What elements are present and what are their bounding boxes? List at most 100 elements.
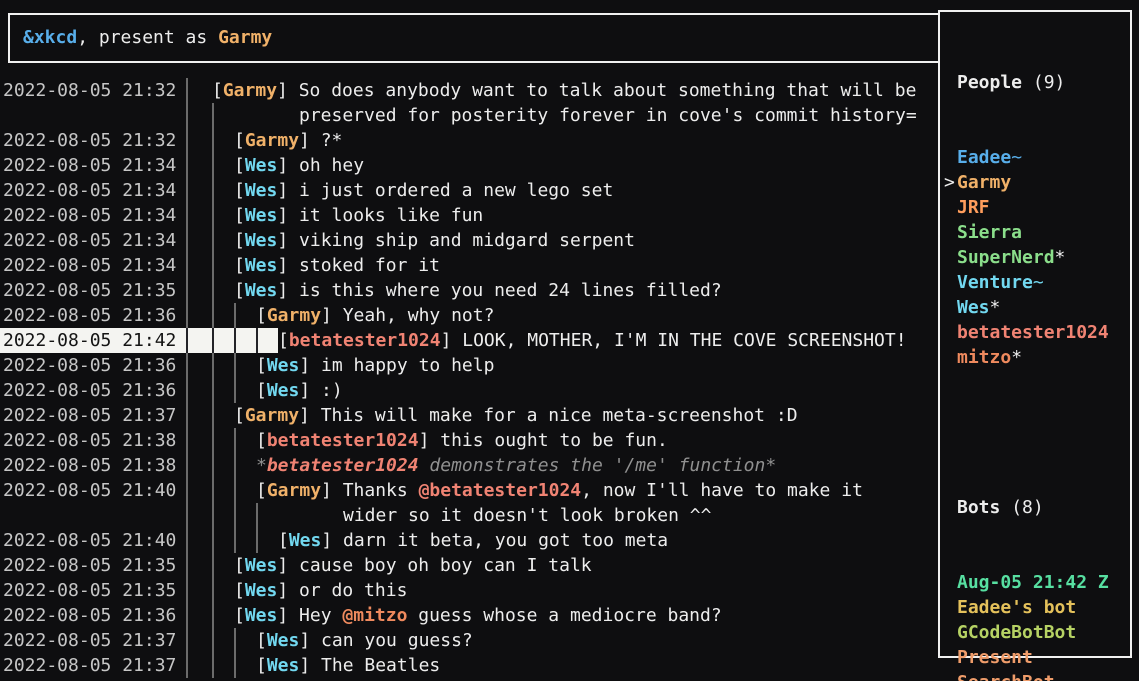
thread-indent-line bbox=[234, 378, 256, 403]
column-divider-line bbox=[186, 78, 212, 103]
msg-text: [ bbox=[278, 330, 289, 351]
timestamp: 2022-08-05 21:36 bbox=[0, 303, 186, 328]
people-item[interactable]: >Garmy bbox=[940, 170, 1130, 195]
message: [Wes] can you guess? bbox=[256, 628, 473, 653]
msg-text: [ bbox=[234, 205, 245, 226]
people-item[interactable]: Venture~ bbox=[940, 270, 1130, 295]
message: [Garmy] ?* bbox=[234, 128, 342, 153]
people-item[interactable]: Wes* bbox=[940, 295, 1130, 320]
message: [Wes] cause boy oh boy can I talk bbox=[234, 553, 592, 578]
thread-indent-line bbox=[212, 453, 234, 478]
bot-item[interactable]: Present bbox=[940, 645, 1130, 670]
nick: betatester1024 bbox=[289, 330, 441, 351]
thread-indent-line bbox=[212, 603, 234, 628]
thread-indent-line bbox=[212, 378, 234, 403]
msg-text: ] cause boy oh boy can I talk bbox=[277, 555, 591, 576]
nick: betatester1024 bbox=[267, 430, 419, 451]
bot-item[interactable]: GCodeBotBot bbox=[940, 620, 1130, 645]
thread-indent-line bbox=[256, 328, 278, 353]
column-divider-line bbox=[186, 103, 212, 128]
thread-indent-line bbox=[212, 478, 234, 503]
msg-text: ] So does anybody want to talk about som… bbox=[277, 80, 916, 101]
prefix-space bbox=[944, 145, 957, 170]
thread-indent-line bbox=[212, 328, 234, 353]
column-divider-line bbox=[186, 178, 212, 203]
people-header-label: People bbox=[957, 70, 1022, 95]
msg-text: [ bbox=[212, 80, 223, 101]
message: [Wes] Hey @mitzo guess whose a mediocre … bbox=[234, 603, 722, 628]
msg-text: ] or do this bbox=[277, 580, 407, 601]
thread-indent-line bbox=[234, 328, 256, 353]
thread-indent-line bbox=[212, 228, 234, 253]
message: wider so it doesn't look broken ^^ bbox=[343, 503, 711, 528]
message: [Wes] :) bbox=[256, 378, 343, 403]
timestamp: 2022-08-05 21:36 bbox=[0, 603, 186, 628]
timestamp: 2022-08-05 21:34 bbox=[0, 203, 186, 228]
nick: Wes bbox=[245, 255, 278, 276]
chat-app-window: &xkcd, present as Garmy 2022-08-05 21:32… bbox=[0, 0, 1139, 681]
msg-text: [ bbox=[234, 130, 245, 151]
member-name: betatester1024 bbox=[957, 320, 1109, 345]
msg-text: [ bbox=[234, 555, 245, 576]
column-divider-line bbox=[186, 303, 212, 328]
message: [Garmy] Yeah, why not? bbox=[256, 303, 494, 328]
thread-indent-line bbox=[256, 503, 278, 528]
bots-count: (8) bbox=[1000, 495, 1043, 520]
timestamp: 2022-08-05 21:40 bbox=[0, 478, 186, 503]
column-divider-line bbox=[186, 203, 212, 228]
bot-item[interactable]: Eadee's bot bbox=[940, 595, 1130, 620]
thread-indent-line bbox=[234, 353, 256, 378]
thread-indent-line bbox=[212, 178, 234, 203]
column-divider-line bbox=[186, 578, 212, 603]
message: [Wes] oh hey bbox=[234, 153, 364, 178]
column-divider-line bbox=[186, 478, 212, 503]
bot-item[interactable]: SearchBot bbox=[940, 670, 1130, 681]
message: [Wes] im happy to help bbox=[256, 353, 494, 378]
thread-indent-line bbox=[234, 453, 256, 478]
thread-indent-line bbox=[212, 428, 234, 453]
timestamp: 2022-08-05 21:37 bbox=[0, 653, 186, 678]
msg-text: [ bbox=[256, 480, 267, 501]
thread-indent-line bbox=[212, 353, 234, 378]
people-list: Eadee~>GarmyJRFSierraSuperNerd*Venture~W… bbox=[940, 145, 1130, 370]
timestamp: 2022-08-05 21:42 bbox=[0, 328, 186, 353]
people-item[interactable]: JRF bbox=[940, 195, 1130, 220]
timestamp: 2022-08-05 21:34 bbox=[0, 253, 186, 278]
msg-text: ] Thanks bbox=[321, 480, 419, 501]
timestamp bbox=[0, 103, 186, 128]
nick: Wes bbox=[267, 655, 300, 676]
msg-text: [ bbox=[234, 230, 245, 251]
msg-text: [ bbox=[234, 405, 245, 426]
member-name: SuperNerd bbox=[957, 245, 1055, 270]
people-item[interactable]: Eadee~ bbox=[940, 145, 1130, 170]
bots-header-label: Bots bbox=[957, 495, 1000, 520]
column-divider-line bbox=[186, 503, 212, 528]
people-item[interactable]: mitzo* bbox=[940, 345, 1130, 370]
timestamp: 2022-08-05 21:36 bbox=[0, 378, 186, 403]
msg-text: [ bbox=[256, 630, 267, 651]
msg-text: ] stoked for it bbox=[277, 255, 440, 276]
member-sidebar: People (9) Eadee~>GarmyJRFSierraSuperNer… bbox=[938, 10, 1132, 658]
thread-indent-line bbox=[212, 528, 234, 553]
header-indent bbox=[944, 495, 957, 520]
nick: Garmy bbox=[223, 80, 277, 101]
people-item[interactable]: betatester1024 bbox=[940, 320, 1130, 345]
nick: Wes bbox=[267, 355, 300, 376]
msg-text: [ bbox=[234, 605, 245, 626]
member-name: JRF bbox=[957, 195, 990, 220]
nick: Wes bbox=[245, 580, 278, 601]
column-divider-line bbox=[186, 128, 212, 153]
bot-item[interactable]: Aug-05 21:42 Z bbox=[940, 570, 1130, 595]
column-divider-line bbox=[186, 328, 212, 353]
people-item[interactable]: Sierra bbox=[940, 220, 1130, 245]
msg-text: ] :) bbox=[299, 380, 342, 401]
message: [Wes] is this where you need 24 lines fi… bbox=[234, 278, 722, 303]
people-count: (9) bbox=[1022, 70, 1065, 95]
prefix-space bbox=[944, 320, 957, 345]
member-name: SearchBot bbox=[957, 670, 1055, 681]
thread-indent-line bbox=[212, 128, 234, 153]
nick: Wes bbox=[289, 530, 322, 551]
msg-text: preserved for posterity forever in cove'… bbox=[299, 105, 917, 126]
people-item[interactable]: SuperNerd* bbox=[940, 245, 1130, 270]
msg-text: [ bbox=[256, 355, 267, 376]
